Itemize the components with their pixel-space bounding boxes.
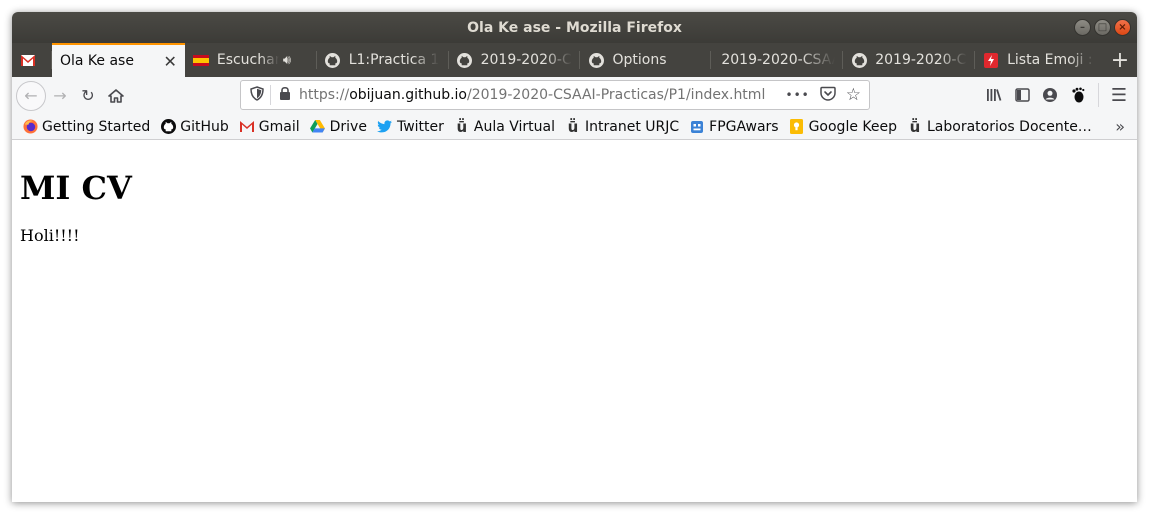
- bookmark-gmail[interactable]: Gmail: [239, 119, 300, 135]
- title-bar: Ola Ke ase - Mozilla Firefox – □ ×: [12, 12, 1137, 43]
- tab-label: 2019-2020-CS: [875, 52, 968, 68]
- bookmark-label: GitHub: [180, 118, 229, 135]
- reload-icon: ↻: [81, 86, 95, 105]
- github-icon: [160, 119, 176, 135]
- github-icon: [457, 52, 473, 68]
- url-bar[interactable]: https://obijuan.github.io/2019-2020-CSAA…: [240, 80, 870, 110]
- minimize-button[interactable]: –: [1074, 19, 1091, 36]
- tab-csaai-2[interactable]: 2019-2020-CSAA: [711, 43, 844, 77]
- close-window-button[interactable]: ×: [1114, 19, 1131, 36]
- speaker-icon[interactable]: 🔊︎: [283, 53, 291, 68]
- bookmark-drive[interactable]: Drive: [310, 119, 367, 135]
- tab-practica[interactable]: L1:Practica 1: [317, 43, 449, 77]
- browser-window: Ola Ke ase - Mozilla Firefox – □ × Ola K…: [12, 12, 1137, 502]
- firefox-icon: [22, 119, 38, 135]
- arrow-left-icon: ←: [24, 86, 38, 105]
- sidebar-button[interactable]: [1008, 81, 1036, 109]
- forward-button[interactable]: →: [46, 82, 74, 110]
- tab-gmail[interactable]: [12, 43, 52, 77]
- maximize-button[interactable]: □: [1094, 19, 1111, 36]
- tab-strip: Ola Ke ase ✕ Escuchar L 🔊︎ L1:Practica 1…: [12, 43, 1137, 77]
- tab-label: L1:Practica 1: [348, 52, 440, 68]
- back-button[interactable]: ←: [16, 80, 46, 111]
- navigation-bar: ← → ↻ https://obijuan.github.io/2019-202…: [12, 77, 1137, 114]
- bookmark-google-keep[interactable]: Google Keep: [789, 119, 897, 135]
- bookmarks-bar: Getting Started GitHub Gmail Drive Twitt…: [12, 114, 1137, 140]
- tab-label: Lista Emoji : S: [1007, 52, 1095, 68]
- github-icon: [851, 52, 867, 68]
- bookmark-laboratorios[interactable]: ṻ Laboratorios Docente…: [907, 117, 1092, 136]
- page-content: MI CV Holi!!!!: [12, 140, 1137, 502]
- toolbar-right: ☰: [980, 81, 1137, 109]
- bookmark-label: Intranet URJC: [585, 118, 680, 135]
- bookmark-label: Laboratorios Docente…: [927, 118, 1092, 135]
- tab-options[interactable]: Options: [580, 43, 712, 77]
- bookmark-aula-virtual[interactable]: ṻ Aula Virtual: [454, 117, 555, 136]
- url-scheme: https://: [299, 87, 350, 103]
- tab-label: 2019-2020-CS: [480, 52, 573, 68]
- bookmark-fpgawars[interactable]: FPGAwars: [689, 118, 779, 135]
- page-actions-icon[interactable]: •••: [786, 88, 810, 102]
- bookmark-github[interactable]: GitHub: [160, 119, 229, 135]
- tab-csaai-3[interactable]: 2019-2020-CS: [843, 43, 976, 77]
- bookmark-label: Drive: [329, 118, 367, 135]
- new-tab-button[interactable]: +: [1103, 43, 1137, 77]
- fpgawars-icon: [689, 119, 705, 135]
- bookmark-label: Aula Virtual: [473, 118, 555, 135]
- tab-escuchar[interactable]: Escuchar L 🔊︎: [185, 43, 317, 77]
- bookmark-label: Twitter: [396, 118, 444, 135]
- library-icon: [987, 89, 1002, 101]
- bookmark-twitter[interactable]: Twitter: [377, 119, 444, 135]
- shield-icon[interactable]: [250, 85, 264, 105]
- bookmark-star-icon[interactable]: ☆: [846, 85, 861, 105]
- gnome-extension-button[interactable]: [1064, 81, 1092, 109]
- tab-label: Options: [612, 52, 667, 68]
- lock-icon[interactable]: [279, 86, 291, 104]
- drive-icon: [310, 119, 326, 135]
- sidebar-icon: [1014, 88, 1030, 102]
- gmail-icon: [239, 119, 255, 135]
- account-button[interactable]: [1036, 81, 1064, 109]
- bookmark-label: Gmail: [258, 118, 300, 135]
- bookmark-label: Getting Started: [42, 118, 151, 135]
- flash-icon: [983, 52, 999, 68]
- close-tab-icon[interactable]: ✕: [153, 52, 176, 71]
- bookmark-label: Google Keep: [808, 118, 897, 135]
- urjc-icon: ṻ: [909, 117, 921, 136]
- menu-button[interactable]: ☰: [1105, 81, 1133, 109]
- home-icon: [108, 88, 124, 103]
- tab-csaai-1[interactable]: 2019-2020-CS: [449, 43, 581, 77]
- pocket-icon[interactable]: [820, 86, 836, 105]
- twitter-icon: [377, 119, 393, 135]
- tab-label: Ola Ke ase: [59, 53, 134, 69]
- bookmark-getting-started[interactable]: Getting Started: [22, 119, 150, 135]
- github-icon: [325, 52, 341, 68]
- gnome-foot-icon: [1072, 87, 1085, 103]
- account-icon: [1043, 88, 1057, 102]
- keep-icon: [789, 119, 805, 135]
- tab-label: 2019-2020-CSAA: [721, 52, 836, 68]
- url-path: /2019-2020-CSAAI-Practicas/P1/index.html: [467, 87, 766, 103]
- bookmark-intranet-urjc[interactable]: ṻ Intranet URJC: [565, 117, 680, 136]
- window-title: Ola Ke ase - Mozilla Firefox: [467, 19, 682, 36]
- bookmark-label: FPGAwars: [709, 118, 779, 135]
- urjc-icon: ṻ: [456, 117, 468, 136]
- library-button[interactable]: [980, 81, 1008, 109]
- spain-flag-icon: [192, 52, 209, 68]
- urjc-icon: ṻ: [567, 117, 579, 136]
- url-host: obijuan.github.io: [349, 87, 467, 103]
- window-controls: – □ ×: [1074, 19, 1131, 36]
- tab-emoji[interactable]: Lista Emoji : S: [975, 43, 1103, 77]
- page-paragraph: Holi!!!!: [20, 226, 80, 245]
- hamburger-icon: ☰: [1110, 84, 1128, 106]
- gmail-icon: [20, 52, 36, 68]
- arrow-right-icon: →: [53, 86, 67, 105]
- reload-button[interactable]: ↻: [74, 82, 102, 110]
- tab-active[interactable]: Ola Ke ase ✕: [51, 43, 185, 77]
- bookmarks-overflow-icon[interactable]: »: [1115, 117, 1125, 136]
- github-icon: [588, 52, 604, 68]
- page-heading: MI CV: [20, 169, 132, 207]
- tab-label: Escuchar L: [216, 52, 279, 68]
- home-button[interactable]: [102, 82, 130, 110]
